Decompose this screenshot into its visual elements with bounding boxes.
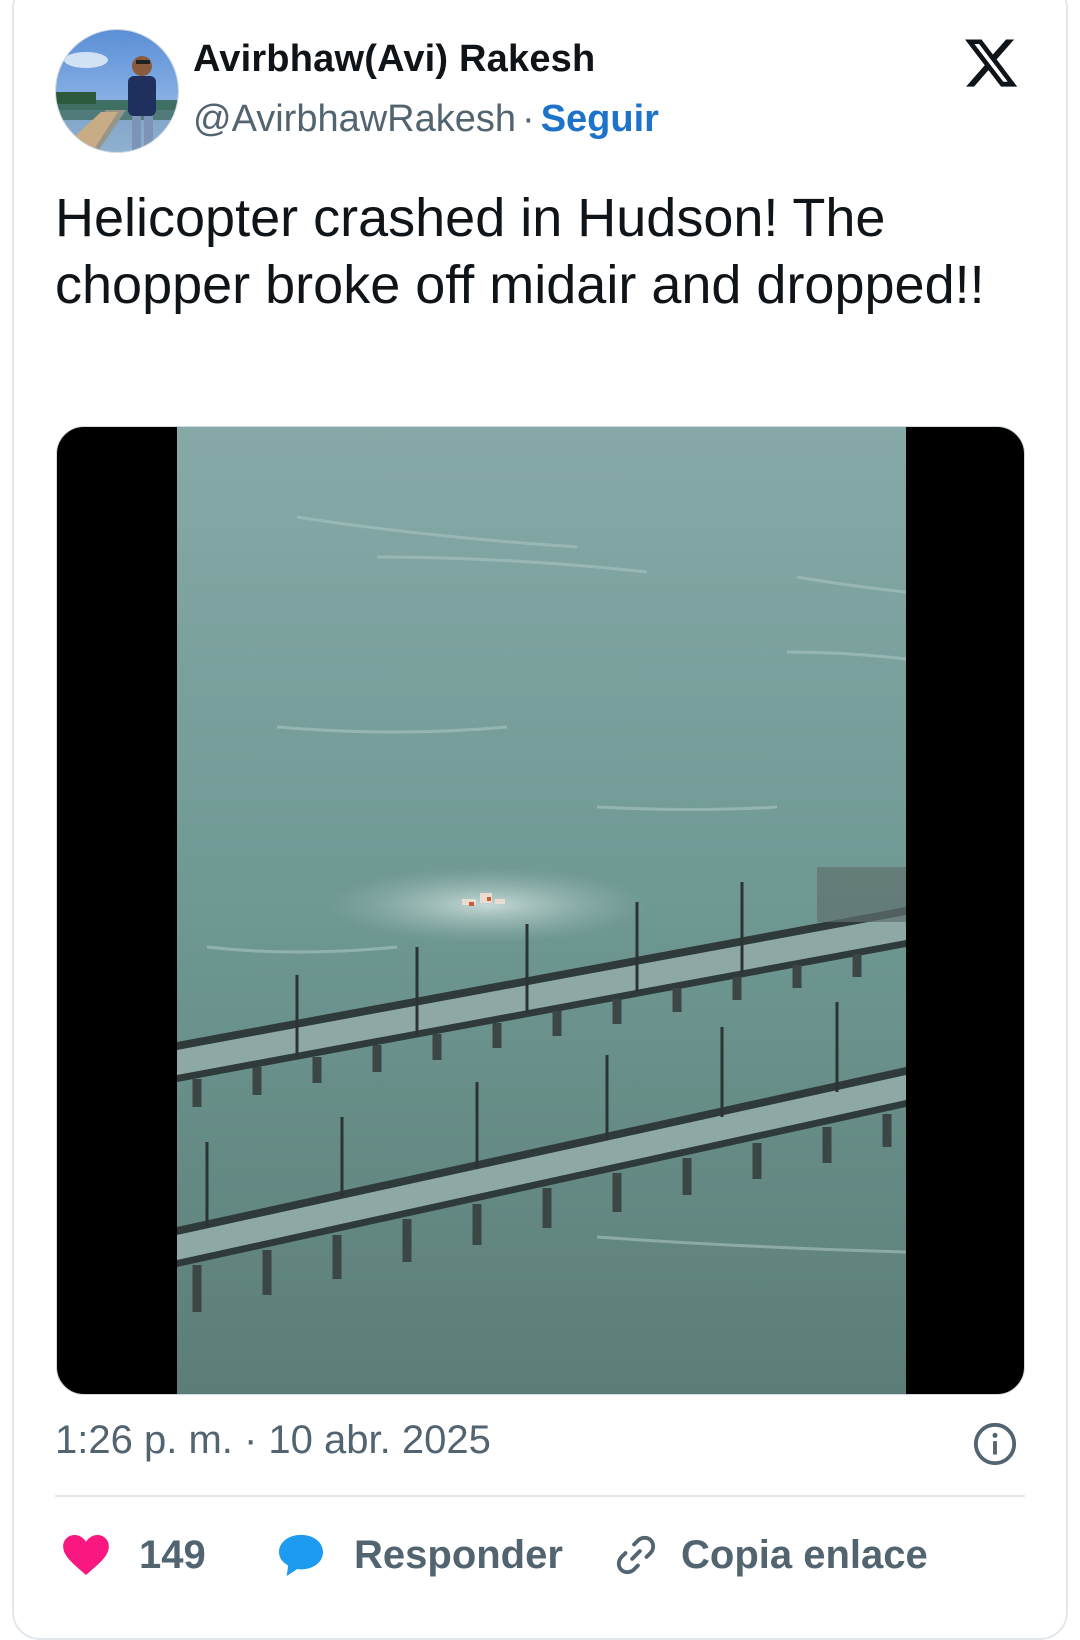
author-handle-row: @AvirbhawRakesh · Seguir (193, 98, 659, 141)
reply-label: Responder (354, 1532, 563, 1577)
action-bar: 149 Responder Copia enlace (55, 1520, 1025, 1590)
author-name[interactable]: Avirbhaw(Avi) Rakesh (193, 38, 595, 81)
tweet-text: Helicopter crashed in Hudson! The choppe… (55, 188, 985, 315)
tweet-video[interactable] (56, 426, 1025, 1395)
copy-link-label: Copia enlace (681, 1532, 928, 1577)
copy-link-button[interactable]: Copia enlace (613, 1520, 928, 1590)
like-count: 149 (139, 1532, 206, 1577)
info-icon[interactable] (972, 1421, 1018, 1467)
reply-button[interactable]: Responder (278, 1520, 563, 1590)
avatar-photo (56, 30, 178, 152)
separator-dot: · (522, 98, 535, 140)
divider (55, 1495, 1025, 1497)
like-button[interactable]: 149 (63, 1520, 206, 1590)
tweet-timestamp[interactable]: 1:26 p. m. · 10 abr. 2025 (55, 1418, 491, 1463)
heart-icon (63, 1535, 109, 1575)
author-handle[interactable]: @AvirbhawRakesh (193, 98, 516, 140)
x-logo-icon[interactable] (962, 34, 1020, 92)
link-icon (616, 1535, 656, 1575)
author-avatar[interactable] (55, 29, 179, 153)
video-thumbnail (177, 427, 906, 1394)
follow-button[interactable]: Seguir (541, 98, 659, 140)
speech-bubble-icon (279, 1534, 323, 1577)
